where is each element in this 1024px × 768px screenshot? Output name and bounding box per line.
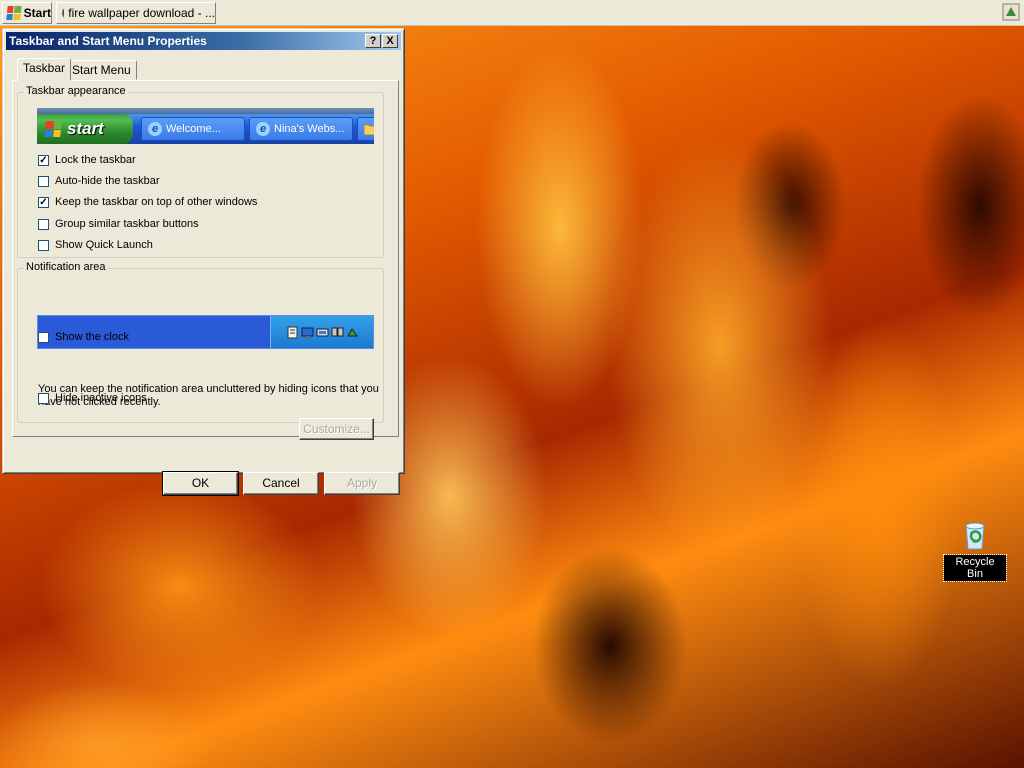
option-label: Keep the taskbar on top of other windows xyxy=(55,196,258,208)
preview-task-label: Nina's Webs... xyxy=(274,123,345,135)
dialog-title: Taskbar and Start Menu Properties xyxy=(9,34,207,48)
option-label: Show the clock xyxy=(55,331,129,343)
customize-button[interactable]: Customize... xyxy=(299,418,374,440)
help-button[interactable]: ? xyxy=(365,34,381,48)
preview-task-button xyxy=(357,117,374,141)
cancel-button[interactable]: Cancel xyxy=(243,472,319,495)
preview-start-button: start xyxy=(37,114,133,144)
option-label: Show Quick Launch xyxy=(55,239,153,251)
apply-button[interactable]: Apply xyxy=(324,472,400,495)
windows-flag-icon xyxy=(44,121,62,137)
hide-inactive-checkbox[interactable] xyxy=(38,392,49,404)
option-label: Auto-hide the taskbar xyxy=(55,175,160,187)
preview-task-button: e Nina's Webs... xyxy=(249,117,353,141)
taskbar-properties-dialog: Taskbar and Start Menu Properties ? X Ta… xyxy=(2,28,405,496)
tray-safely-remove-icon xyxy=(346,327,358,336)
tab-taskbar[interactable]: Taskbar xyxy=(17,58,72,81)
tray-network-icon xyxy=(331,327,343,336)
option-label: Hide inactive icons xyxy=(55,392,147,404)
tray-network-icon[interactable] xyxy=(1002,3,1020,21)
taskbar-window-label: fire wallpaper download - ... xyxy=(68,6,215,20)
group-buttons-checkbox[interactable] xyxy=(38,218,49,230)
tab-start-menu[interactable]: Start Menu xyxy=(66,60,137,80)
notification-area-legend: Notification area xyxy=(24,261,108,273)
lock-taskbar-checkbox[interactable]: ✓ xyxy=(38,154,49,166)
show-clock-checkbox[interactable] xyxy=(38,331,49,343)
internet-explorer-icon: e xyxy=(148,122,162,136)
browser-icon xyxy=(62,8,65,18)
quick-launch-option[interactable]: Show Quick Launch xyxy=(38,238,153,252)
start-label: Start xyxy=(23,6,51,20)
preview-task-button: e Welcome... xyxy=(141,117,245,141)
keep-on-top-checkbox[interactable]: ✓ xyxy=(38,196,49,208)
hide-inactive-option[interactable]: Hide inactive icons xyxy=(38,391,147,405)
preview-start-label: start xyxy=(67,119,104,138)
option-label: Group similar taskbar buttons xyxy=(55,218,199,230)
keep-on-top-option[interactable]: ✓ Keep the taskbar on top of other windo… xyxy=(38,195,257,209)
recycle-bin-desktop-icon[interactable]: Recycle Bin xyxy=(943,520,1007,582)
ok-button[interactable]: OK xyxy=(162,471,239,496)
recycle-bin-label: Recycle Bin xyxy=(943,554,1007,582)
lock-taskbar-option[interactable]: ✓ Lock the taskbar xyxy=(38,153,136,167)
close-button[interactable]: X xyxy=(382,34,398,48)
windows-flag-icon xyxy=(6,6,22,20)
start-button[interactable]: Start xyxy=(2,2,52,24)
option-label: Lock the taskbar xyxy=(55,154,136,166)
notification-tray-preview xyxy=(270,316,373,348)
tray-display-icon xyxy=(316,328,328,336)
tray-monitor-icon xyxy=(301,327,313,338)
tray-tool-icon xyxy=(287,326,297,338)
taskbar: Start fire wallpaper download - ... xyxy=(0,0,1024,26)
quick-launch-checkbox[interactable] xyxy=(38,239,49,251)
taskbar-window-button[interactable]: fire wallpaper download - ... xyxy=(56,2,216,24)
preview-task-label: Welcome... xyxy=(166,123,221,135)
dialog-titlebar[interactable]: Taskbar and Start Menu Properties ? X xyxy=(6,32,401,50)
taskbar-appearance-legend: Taskbar appearance xyxy=(24,85,128,97)
auto-hide-checkbox[interactable] xyxy=(38,175,49,187)
folder-icon xyxy=(364,124,374,135)
internet-explorer-icon: e xyxy=(256,122,270,136)
taskbar-preview: start e Welcome... e Nina's Webs... xyxy=(37,108,374,144)
group-buttons-option[interactable]: Group similar taskbar buttons xyxy=(38,217,199,231)
show-clock-option[interactable]: Show the clock xyxy=(38,330,129,344)
auto-hide-option[interactable]: Auto-hide the taskbar xyxy=(38,174,160,188)
recycle-bin-icon xyxy=(965,522,985,550)
